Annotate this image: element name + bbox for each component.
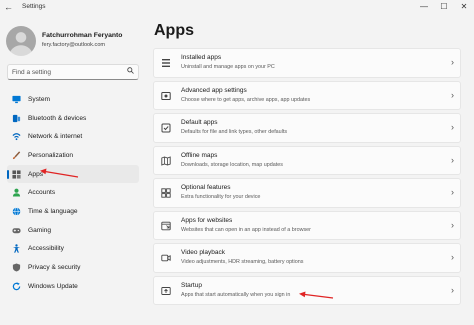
card-title: Offline maps (181, 151, 218, 159)
close-button[interactable]: ✕ (456, 0, 472, 14)
page-title: Apps (154, 22, 194, 39)
profile-name: Fatchurrohman Feryanto (42, 32, 123, 39)
default-apps-icon (161, 123, 171, 133)
gamepad-icon (12, 226, 21, 235)
sidebar-item-label: Windows Update (28, 282, 78, 290)
sidebar-item-system[interactable]: System (7, 90, 139, 109)
sidebar-item-label: Time & language (28, 207, 78, 215)
apps-icon (12, 170, 21, 179)
minimize-button[interactable]: — (416, 0, 432, 14)
card-title: Installed apps (181, 54, 222, 61)
chevron-right-icon: › (451, 219, 454, 230)
chevron-right-icon: › (451, 154, 454, 165)
card-description: Defaults for file and link types, other … (181, 129, 288, 135)
sidebar-item-label: Bluetooth & devices (28, 114, 87, 122)
profile-email: fery.factory@outlook.com (42, 42, 106, 48)
video-icon (161, 253, 171, 263)
sidebar-item-label: Accounts (28, 189, 56, 197)
maximize-button[interactable]: ☐ (436, 0, 452, 14)
map-icon (161, 155, 171, 166)
card-description: Choose where to get apps, archive apps, … (181, 96, 311, 103)
card-description: Apps that start automatically when you s… (181, 291, 291, 298)
card-title: Startup (181, 281, 202, 289)
apps-settings-list: Installed apps Uninstall and manage apps… (153, 48, 461, 308)
sidebar-item-personalization[interactable]: Personalization (7, 146, 139, 165)
back-arrow-icon[interactable]: ← (4, 0, 13, 14)
card-startup[interactable]: Startup Apps that start automatically wh… (153, 275, 461, 305)
globe-icon (12, 207, 21, 216)
sidebar-item-label: System (28, 95, 50, 103)
sidebar-item-bluetooth[interactable]: Bluetooth & devices (7, 109, 139, 128)
wifi-icon (12, 132, 21, 141)
card-title: Apps for websites (181, 216, 233, 224)
monitor-icon (12, 95, 21, 104)
search-input[interactable] (12, 66, 122, 78)
sidebar-item-apps[interactable]: Apps (7, 164, 139, 184)
chevron-right-icon: › (451, 284, 454, 295)
chevron-right-icon: › (451, 252, 454, 262)
card-default-apps[interactable]: Default apps Defaults for file and link … (153, 113, 461, 143)
chevron-right-icon: › (451, 187, 454, 197)
card-description: Websites that can open in an app instead… (181, 226, 311, 233)
card-description: Uninstall and manage apps on your PC (181, 64, 275, 70)
sidebar-item-label: Accessibility (28, 245, 64, 253)
bluetooth-icon (12, 114, 21, 123)
advanced-settings-icon (161, 91, 171, 101)
avatar (6, 26, 36, 56)
optional-features-icon (161, 188, 171, 198)
card-optional-features[interactable]: Optional features Extra functionality fo… (153, 178, 461, 208)
person-icon (12, 188, 21, 197)
sidebar-item-network[interactable]: Network & internet (7, 127, 139, 146)
window-title: Settings (22, 3, 46, 10)
sidebar-item-label: Personalization (28, 151, 74, 159)
chevron-right-icon: › (451, 89, 454, 100)
search-box[interactable] (7, 64, 139, 80)
sidebar-item-label: Apps (28, 170, 44, 178)
card-offline-maps[interactable]: Offline maps Downloads, storage location… (153, 145, 461, 175)
sidebar-item-time-language[interactable]: Time & language (7, 202, 139, 221)
sidebar-item-label: Network & internet (28, 133, 83, 141)
sidebar-item-windows-update[interactable]: Windows Update (7, 277, 139, 296)
sidebar-item-accounts[interactable]: Accounts (7, 183, 139, 202)
shield-icon (12, 263, 21, 272)
websites-icon (161, 221, 171, 231)
startup-icon (161, 286, 171, 296)
sidebar-item-label: Privacy & security (28, 264, 81, 272)
sidebar-item-accessibility[interactable]: Accessibility (7, 240, 139, 259)
sidebar-item-label: Gaming (28, 226, 52, 234)
card-description: Video adjustments, HDR streaming, batter… (181, 259, 304, 265)
chevron-right-icon: › (451, 122, 454, 132)
card-title: Advanced app settings (181, 86, 247, 94)
card-advanced-app-settings[interactable]: Advanced app settings Choose where to ge… (153, 80, 461, 110)
card-installed-apps[interactable]: Installed apps Uninstall and manage apps… (153, 48, 461, 78)
sidebar-item-privacy-security[interactable]: Privacy & security (7, 258, 139, 277)
brush-icon (12, 151, 21, 160)
accessibility-icon (12, 244, 21, 254)
card-video-playback[interactable]: Video playback Video adjustments, HDR st… (153, 243, 461, 273)
card-apps-for-websites[interactable]: Apps for websites Websites that can open… (153, 210, 461, 240)
card-title: Optional features (181, 184, 231, 191)
sidebar-item-gaming[interactable]: Gaming (7, 221, 139, 240)
card-title: Default apps (181, 119, 218, 126)
search-icon[interactable] (127, 67, 134, 74)
sidebar-nav: System Bluetooth & devices Network & int… (7, 90, 139, 296)
card-description: Extra functionality for your device (181, 194, 261, 200)
title-bar: ← Settings — ☐ ✕ (0, 0, 474, 14)
user-profile[interactable]: Fatchurrohman Feryanto fery.factory@outl… (6, 26, 144, 56)
card-description: Downloads, storage location, map updates (181, 161, 283, 168)
installed-apps-icon (161, 58, 171, 68)
update-icon (12, 282, 21, 291)
card-title: Video playback (181, 249, 225, 256)
chevron-right-icon: › (451, 57, 454, 67)
